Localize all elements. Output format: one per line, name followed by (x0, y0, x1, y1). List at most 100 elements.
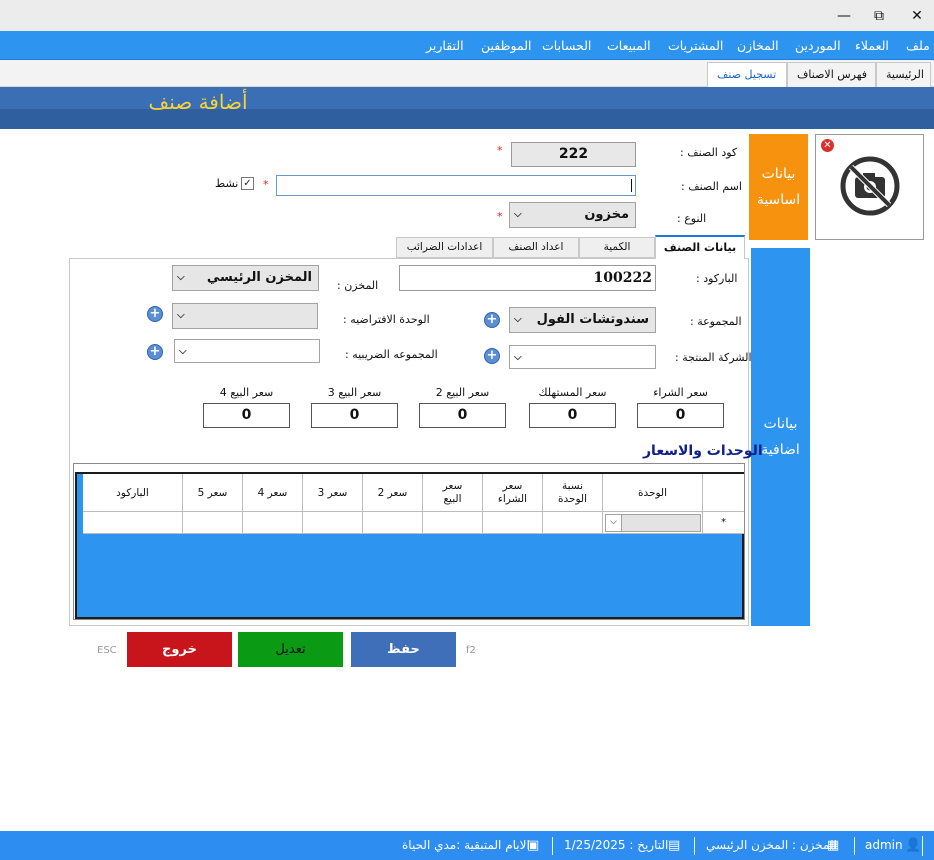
grid-col-label: سعر 5 (197, 486, 228, 499)
chevron-down-icon: ⌵ (514, 209, 522, 220)
barcode-input[interactable]: 100222 (399, 265, 656, 291)
new-row-marker: * (703, 512, 744, 533)
store-label: المخزن : (337, 279, 379, 292)
code-label: كود الصنف : (680, 146, 738, 159)
calendar-icon: ▤ (668, 838, 681, 853)
tab-home[interactable]: الرئيسية (876, 62, 931, 87)
grid-cell[interactable] (483, 512, 543, 533)
grid-col-label: الوحدة (637, 486, 668, 499)
sale-price-2-input[interactable]: 0 (419, 403, 506, 428)
grid-col-price3[interactable]: سعر 3 (303, 474, 363, 512)
basic-data-button[interactable]: بيانات اساسية (749, 134, 808, 240)
default-unit-select[interactable]: ⌵ (172, 303, 318, 329)
grid-col-label: سعر الشراء (497, 480, 528, 505)
menu-sales[interactable]: المبيعات (607, 31, 651, 60)
text-cursor (631, 179, 632, 192)
grid-col-barcode[interactable]: الباركود (83, 474, 183, 512)
edit-button[interactable]: تعديل (238, 632, 343, 667)
item-image[interactable]: ✕ (815, 134, 924, 240)
grid-col-ratio[interactable]: نسبة الوحدة (543, 474, 603, 512)
table-row[interactable]: * ⌵ (83, 512, 744, 534)
tax-group-select[interactable]: ⌵ (174, 339, 320, 363)
store-value: المخزن الرئيسي (206, 270, 312, 285)
grid-col-unit[interactable]: الوحدة (603, 474, 703, 512)
sale-price-3-input[interactable]: 0 (311, 403, 398, 428)
status-bar: 👤 admin ▦ المخزن : المخزن الرئيسي ▤ التا… (0, 831, 934, 860)
grid-col-sell[interactable]: سعر البيع (423, 474, 483, 512)
add-unit-icon[interactable]: + (147, 306, 163, 322)
required-mark: * (497, 210, 503, 223)
grid-col-price4[interactable]: سعر 4 (243, 474, 303, 512)
add-tax-group-icon[interactable]: + (147, 344, 163, 360)
grid-col-label: سعر 4 (257, 486, 288, 499)
chevron-down-icon: ⌵ (177, 272, 185, 283)
title-bar: — ⧉ ✕ (0, 0, 934, 31)
grid-cell[interactable] (363, 512, 423, 533)
grid-header: الوحدة نسبة الوحدة سعر الشراء سعر البيع … (83, 474, 744, 512)
consumer-price-input[interactable]: 0 (529, 403, 616, 428)
grid-cell[interactable] (303, 512, 363, 533)
minimize-button[interactable]: — (833, 6, 855, 26)
status-date: التاريخ : 1/25/2025 (564, 838, 669, 852)
tab-items-index[interactable]: فهرس الاصناف (787, 62, 876, 87)
banner-band (0, 109, 934, 129)
unit-combo[interactable]: ⌵ (605, 514, 701, 532)
tab-item-settings[interactable]: اعداد الصنف (493, 237, 579, 258)
grid-col-label: نسبة الوحدة (557, 480, 588, 505)
sale-price-3-label: سعر البيع 3 (327, 386, 382, 399)
sale-price-4-input[interactable]: 0 (203, 403, 290, 428)
tab-register-item[interactable]: تسجيل صنف (707, 62, 787, 87)
grid-cell-unit[interactable]: ⌵ (603, 512, 703, 533)
purchase-price-input[interactable]: 0 (637, 403, 724, 428)
tab-item-data[interactable]: بيانات الصنف (655, 235, 745, 259)
menu-stores[interactable]: المخازن (737, 31, 779, 60)
save-button[interactable]: حفظ (351, 632, 456, 667)
group-select[interactable]: ⌵ سندوتشات الفول (509, 307, 656, 333)
close-button[interactable]: ✕ (906, 6, 928, 26)
menu-file[interactable]: ملف (906, 31, 930, 60)
grid-cell[interactable] (543, 512, 603, 533)
grid-col-price5[interactable]: سعر 5 (183, 474, 243, 512)
grid-col-buy[interactable]: سعر الشراء (483, 474, 543, 512)
menu-suppliers[interactable]: الموردين (795, 31, 841, 60)
group-label: المجموعة : (690, 315, 742, 328)
required-mark: * (497, 144, 503, 157)
store-select[interactable]: ⌵ المخزن الرئيسي (172, 265, 319, 291)
menu-customers[interactable]: العملاء (855, 31, 889, 60)
menu-employees[interactable]: الموظفين (481, 31, 532, 60)
menu-reports[interactable]: التقارير (426, 31, 464, 60)
code-field[interactable]: 222 (511, 142, 636, 167)
status-separator (552, 837, 553, 855)
add-group-icon[interactable]: + (484, 312, 500, 328)
extra-data-button[interactable]: بيانات اضافية (751, 248, 810, 626)
remove-image-icon[interactable]: ✕ (820, 138, 835, 153)
active-checkbox[interactable]: ✓ (241, 177, 254, 190)
tab-tax-settings[interactable]: اعدادات الضرائب (396, 237, 493, 258)
chevron-down-icon[interactable]: ⌵ (606, 515, 622, 531)
grid-cell[interactable] (243, 512, 303, 533)
maker-label: الشركة المنتجة : (675, 351, 752, 364)
required-mark: * (263, 178, 269, 191)
type-select[interactable]: ⌵ مخزون (509, 202, 636, 228)
add-maker-icon[interactable]: + (484, 348, 500, 364)
chevron-down-icon: ⌵ (514, 352, 522, 363)
name-input[interactable] (276, 175, 636, 196)
status-remaining: الايام المتبقية :مدي الحياة (402, 838, 530, 852)
units-title: الوحدات والاسعار (643, 443, 763, 459)
units-grid[interactable]: الوحدة نسبة الوحدة سعر الشراء سعر البيع … (75, 472, 744, 619)
maker-select[interactable]: ⌵ (509, 345, 656, 369)
grid-col-price2[interactable]: سعر 2 (363, 474, 423, 512)
menu-bar: ملف العملاء الموردين المخازن المشتريات ا… (0, 31, 934, 60)
menu-purchases[interactable]: المشتريات (668, 31, 723, 60)
grid-col-label: سعر البيع (442, 480, 463, 505)
grid-cell[interactable] (423, 512, 483, 533)
grid-cell[interactable] (183, 512, 243, 533)
user-icon: 👤 (905, 838, 922, 853)
restore-button[interactable]: ⧉ (868, 6, 890, 26)
sale-price-2-label: سعر البيع 2 (435, 386, 490, 399)
grid-cell[interactable] (83, 512, 183, 533)
menu-accounts[interactable]: الحسابات (542, 31, 591, 60)
exit-button[interactable]: خروج (127, 632, 232, 667)
tax-group-label: المجموعه الضريبيه : (345, 348, 438, 361)
tab-quantity[interactable]: الكمية (579, 237, 655, 258)
